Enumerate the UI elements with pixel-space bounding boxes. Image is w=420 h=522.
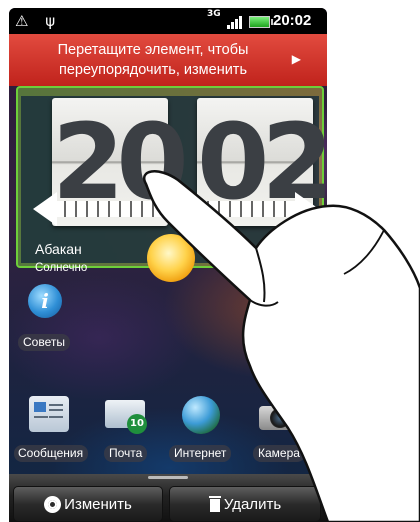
tips-app-label[interactable]: Советы [18,334,70,351]
weather-city: Абакан [35,241,82,257]
tips-app-icon[interactable]: i [28,284,62,318]
chevron-right-icon: ▶ [291,52,301,66]
signal-icon [227,15,245,29]
weather-condition: Солнечно [35,262,88,274]
network-type-icon: 3G [207,9,221,19]
rearrange-hint-banner[interactable]: Перетащите элемент, чтобы переупорядочит… [9,34,327,86]
edit-button-label: Изменить [64,495,132,513]
gear-icon [44,495,62,513]
status-bar: ⚠ ψ 3G 20:02 [9,8,327,34]
messages-icon[interactable] [29,396,69,432]
hand-gesture-illustration [143,170,420,522]
messages-app-label[interactable]: Сообщения [14,445,88,462]
status-time: 20:02 [273,12,312,29]
battery-icon [249,16,273,28]
banner-text: Перетащите элемент, чтобы переупорядочит… [57,42,249,78]
notification-icons: ⚠ ψ [15,12,62,30]
